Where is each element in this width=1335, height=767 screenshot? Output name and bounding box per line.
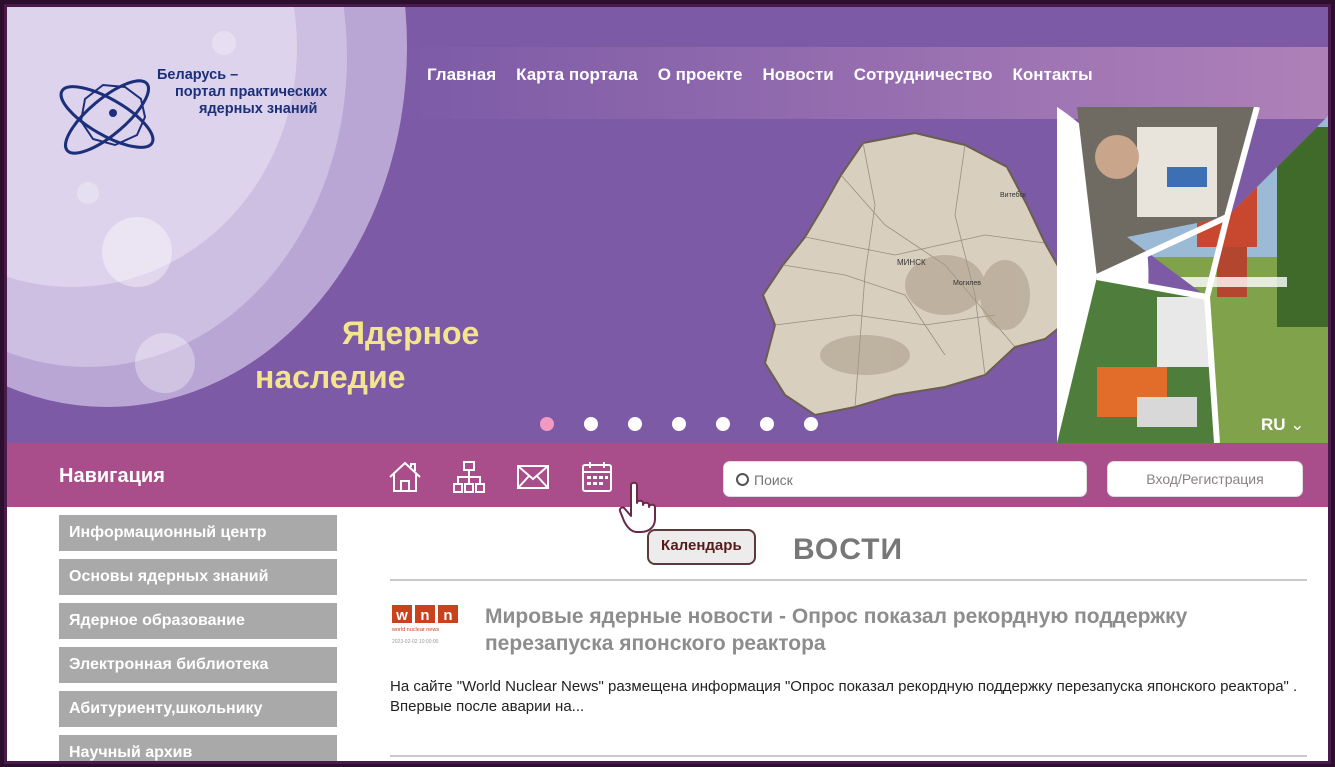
slider-dot-3[interactable] bbox=[628, 417, 642, 431]
svg-text:n: n bbox=[420, 607, 429, 624]
svg-text:МИНСК: МИНСК bbox=[897, 258, 926, 267]
login-button[interactable]: Вход/Регистрация bbox=[1107, 461, 1303, 497]
topnav-about[interactable]: О проекте bbox=[658, 65, 743, 85]
slider-dot-5[interactable] bbox=[716, 417, 730, 431]
svg-text:n: n bbox=[443, 607, 452, 624]
mail-icon[interactable] bbox=[515, 459, 551, 495]
topnav-cooperation[interactable]: Сотрудничество bbox=[854, 65, 993, 85]
sidebar-item-info-center[interactable]: Информационный центр bbox=[59, 515, 337, 551]
slider-dot-2[interactable] bbox=[584, 417, 598, 431]
slider-dot-6[interactable] bbox=[760, 417, 774, 431]
slogan-line-2: наследие bbox=[255, 359, 406, 395]
language-selector[interactable]: RU ⌄ bbox=[1261, 415, 1305, 435]
logo-line-2: портал практических bbox=[175, 84, 328, 100]
sidebar-item-e-library[interactable]: Электронная библиотека bbox=[59, 647, 337, 683]
news-item-excerpt: На сайте "World Nuclear News" размещена … bbox=[390, 678, 1298, 715]
sidebar-menu: Информационный центр Основы ядерных знан… bbox=[59, 515, 341, 761]
calendar-tooltip: Календарь bbox=[647, 529, 756, 565]
search-input[interactable] bbox=[752, 468, 1076, 492]
svg-text:w: w bbox=[395, 607, 408, 624]
slider-dots bbox=[540, 417, 818, 431]
news-section-heading: ВОСТИ bbox=[793, 533, 904, 566]
logo-line-1: Беларусь – bbox=[157, 67, 239, 83]
quick-icons bbox=[387, 459, 615, 495]
browser-frame: Беларусь – портал практических ядерных з… bbox=[4, 4, 1331, 764]
slider-dot-1[interactable] bbox=[540, 417, 554, 431]
search-box[interactable] bbox=[723, 461, 1087, 497]
sidebar-item-nuclear-basics[interactable]: Основы ядерных знаний bbox=[59, 559, 337, 595]
sidebar-item-nuclear-education[interactable]: Ядерное образование bbox=[59, 603, 337, 639]
chevron-down-icon: ⌄ bbox=[1290, 415, 1305, 434]
slider-dot-7[interactable] bbox=[804, 417, 818, 431]
divider bbox=[390, 755, 1307, 757]
topnav-sitemap[interactable]: Карта портала bbox=[516, 65, 638, 85]
slogan-line-1: Ядерное bbox=[342, 315, 480, 351]
header-banner: Беларусь – портал практических ядерных з… bbox=[7, 7, 1328, 443]
language-label: RU bbox=[1261, 415, 1286, 434]
topnav-news[interactable]: Новости bbox=[762, 65, 833, 85]
svg-text:2023-02-02 10:00:00: 2023-02-02 10:00:00 bbox=[392, 639, 439, 645]
calendar-icon[interactable] bbox=[579, 459, 615, 495]
photo-collage bbox=[1057, 107, 1328, 443]
svg-text:Могилев: Могилев bbox=[953, 280, 981, 287]
slider-dot-4[interactable] bbox=[672, 417, 686, 431]
svg-text:world nuclear news: world nuclear news bbox=[391, 627, 439, 633]
logo-line-3: ядерных знаний bbox=[199, 101, 318, 117]
topnav-home[interactable]: Главная bbox=[427, 65, 496, 85]
navigation-title: Навигация bbox=[59, 465, 165, 487]
news-item-title[interactable]: Мировые ядерные новости - Опрос показал … bbox=[485, 603, 1315, 657]
wnn-logo[interactable]: w n n world nuclear news 2023-02-02 10:0… bbox=[390, 601, 466, 651]
divider bbox=[390, 579, 1307, 581]
logo-text: Беларусь – портал практических ядерных з… bbox=[157, 67, 377, 118]
hand-pointer-cursor-icon bbox=[618, 481, 656, 533]
sidebar-item-applicants[interactable]: Абитуриенту,школьнику bbox=[59, 691, 337, 727]
sitemap-icon[interactable] bbox=[451, 459, 487, 495]
navigation-bar: Навигация Поиск Вход/Регистрация bbox=[7, 443, 1328, 507]
sidebar-item-scientific-archive[interactable]: Научный архив bbox=[59, 735, 337, 761]
search-icon bbox=[736, 473, 749, 486]
topnav-contacts[interactable]: Контакты bbox=[1012, 65, 1092, 85]
top-navigation: Главная Карта портала О проекте Новости … bbox=[427, 65, 1113, 85]
home-icon[interactable] bbox=[387, 459, 423, 495]
